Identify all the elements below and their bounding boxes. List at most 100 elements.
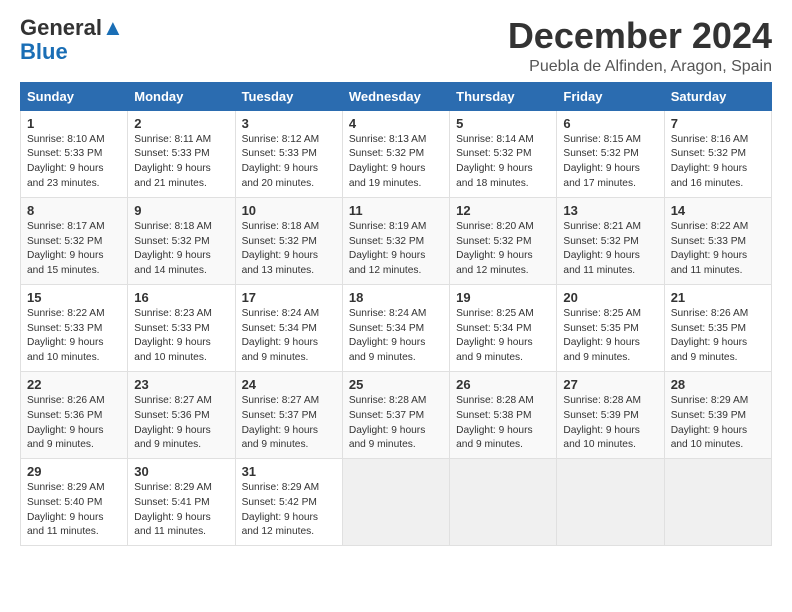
day-cell: 28Sunrise: 8:29 AMSunset: 5:39 PMDayligh…: [664, 371, 771, 458]
day-cell: 31Sunrise: 8:29 AMSunset: 5:42 PMDayligh…: [235, 459, 342, 546]
day-number: 15: [27, 290, 121, 305]
cell-text: Sunrise: 8:28 AMSunset: 5:39 PMDaylight:…: [563, 394, 657, 453]
cell-text: Sunrise: 8:23 AMSunset: 5:33 PMDaylight:…: [134, 307, 228, 366]
day-number: 24: [242, 377, 336, 392]
day-cell: 23 Sunrise: 8:27 AMSunset: 5:36 PMDayligh…: [128, 371, 235, 458]
day-cell: 6Sunrise: 8:15 AMSunset: 5:32 PMDaylight…: [557, 110, 664, 197]
cell-text: Sunrise: 8:27 AMSunset: 5:36 PMDaylight:…: [134, 394, 228, 453]
week-row-1: 1 Sunrise: 8:10 AMSunset: 5:33 PMDaylight…: [21, 110, 772, 197]
day-number: 28: [671, 377, 765, 392]
day-cell: 7 Sunrise: 8:16 AMSunset: 5:32 PMDaylight…: [664, 110, 771, 197]
col-header-sunday: Sunday: [21, 82, 128, 110]
cell-text: Sunrise: 8:28 AMSunset: 5:37 PMDaylight:…: [349, 394, 443, 453]
day-cell: 4 Sunrise: 8:13 AMSunset: 5:32 PMDaylight…: [342, 110, 449, 197]
cell-text: Sunrise: 8:22 AMSunset: 5:33 PMDaylight:…: [27, 307, 121, 366]
cell-text: Sunrise: 8:27 AMSunset: 5:37 PMDaylight:…: [242, 394, 336, 453]
day-number: 1: [27, 116, 121, 131]
day-cell: 8 Sunrise: 8:17 AMSunset: 5:32 PMDaylight…: [21, 197, 128, 284]
cell-text: Sunrise: 8:18 AMSunset: 5:32 PMDaylight:…: [134, 220, 228, 279]
day-number: 3: [242, 116, 336, 131]
day-cell: 1 Sunrise: 8:10 AMSunset: 5:33 PMDaylight…: [21, 110, 128, 197]
header: General▲ Blue December 2024 Puebla de Al…: [20, 16, 772, 76]
page: General▲ Blue December 2024 Puebla de Al…: [0, 0, 792, 556]
logo: General▲ Blue: [20, 16, 124, 64]
day-cell: 11Sunrise: 8:19 AMSunset: 5:32 PMDayligh…: [342, 197, 449, 284]
day-cell: 20 Sunrise: 8:25 AMSunset: 5:35 PMDayligh…: [557, 284, 664, 371]
day-cell: 17 Sunrise: 8:24 AMSunset: 5:34 PMDayligh…: [235, 284, 342, 371]
cell-text: Sunrise: 8:12 AMSunset: 5:33 PMDaylight:…: [242, 133, 336, 192]
cell-text: Sunrise: 8:24 AMSunset: 5:34 PMDaylight:…: [349, 307, 443, 366]
day-number: 22: [27, 377, 121, 392]
day-number: 26: [456, 377, 550, 392]
cell-text: Sunrise: 8:28 AMSunset: 5:38 PMDaylight:…: [456, 394, 550, 453]
day-cell: 19Sunrise: 8:25 AMSunset: 5:34 PMDayligh…: [450, 284, 557, 371]
day-number: 23: [134, 377, 228, 392]
cell-text: Sunrise: 8:25 AMSunset: 5:34 PMDaylight:…: [456, 307, 550, 366]
cell-text: Sunrise: 8:19 AMSunset: 5:32 PMDaylight:…: [349, 220, 443, 279]
day-cell: 27 Sunrise: 8:28 AMSunset: 5:39 PMDayligh…: [557, 371, 664, 458]
col-header-monday: Monday: [128, 82, 235, 110]
week-row-4: 22 Sunrise: 8:26 AMSunset: 5:36 PMDayligh…: [21, 371, 772, 458]
day-cell: 29Sunrise: 8:29 AMSunset: 5:40 PMDayligh…: [21, 459, 128, 546]
cell-text: Sunrise: 8:29 AMSunset: 5:40 PMDaylight:…: [27, 481, 121, 540]
day-cell: [450, 459, 557, 546]
cell-text: Sunrise: 8:20 AMSunset: 5:32 PMDaylight:…: [456, 220, 550, 279]
day-number: 21: [671, 290, 765, 305]
day-cell: 12 Sunrise: 8:20 AMSunset: 5:32 PMDayligh…: [450, 197, 557, 284]
day-number: 18: [349, 290, 443, 305]
day-number: 2: [134, 116, 228, 131]
day-number: 10: [242, 203, 336, 218]
day-number: 6: [563, 116, 657, 131]
day-number: 16: [134, 290, 228, 305]
cell-text: Sunrise: 8:21 AMSunset: 5:32 PMDaylight:…: [563, 220, 657, 279]
day-cell: 22 Sunrise: 8:26 AMSunset: 5:36 PMDayligh…: [21, 371, 128, 458]
location: Puebla de Alfinden, Aragon, Spain: [508, 58, 772, 76]
cell-text: Sunrise: 8:29 AMSunset: 5:41 PMDaylight:…: [134, 481, 228, 540]
cell-text: Sunrise: 8:14 AMSunset: 5:32 PMDaylight:…: [456, 133, 550, 192]
cell-text: Sunrise: 8:16 AMSunset: 5:32 PMDaylight:…: [671, 133, 765, 192]
day-cell: [342, 459, 449, 546]
cell-text: Sunrise: 8:10 AMSunset: 5:33 PMDaylight:…: [27, 133, 121, 192]
col-header-wednesday: Wednesday: [342, 82, 449, 110]
day-number: 5: [456, 116, 550, 131]
day-number: 30: [134, 464, 228, 479]
day-cell: 14 Sunrise: 8:22 AMSunset: 5:33 PMDayligh…: [664, 197, 771, 284]
day-number: 20: [563, 290, 657, 305]
day-number: 17: [242, 290, 336, 305]
day-cell: 9 Sunrise: 8:18 AMSunset: 5:32 PMDaylight…: [128, 197, 235, 284]
day-cell: 18 Sunrise: 8:24 AMSunset: 5:34 PMDayligh…: [342, 284, 449, 371]
cell-text: Sunrise: 8:29 AMSunset: 5:42 PMDaylight:…: [242, 481, 336, 540]
day-number: 14: [671, 203, 765, 218]
day-number: 12: [456, 203, 550, 218]
day-cell: [557, 459, 664, 546]
cell-text: Sunrise: 8:18 AMSunset: 5:32 PMDaylight:…: [242, 220, 336, 279]
col-header-tuesday: Tuesday: [235, 82, 342, 110]
day-number: 9: [134, 203, 228, 218]
day-number: 8: [27, 203, 121, 218]
col-header-thursday: Thursday: [450, 82, 557, 110]
cell-text: Sunrise: 8:26 AMSunset: 5:36 PMDaylight:…: [27, 394, 121, 453]
cell-text: Sunrise: 8:13 AMSunset: 5:32 PMDaylight:…: [349, 133, 443, 192]
day-cell: 13 Sunrise: 8:21 AMSunset: 5:32 PMDayligh…: [557, 197, 664, 284]
day-cell: 15 Sunrise: 8:22 AMSunset: 5:33 PMDayligh…: [21, 284, 128, 371]
logo-text: General▲: [20, 16, 124, 40]
day-cell: [664, 459, 771, 546]
day-cell: 24 Sunrise: 8:27 AMSunset: 5:37 PMDayligh…: [235, 371, 342, 458]
cell-text: Sunrise: 8:24 AMSunset: 5:34 PMDaylight:…: [242, 307, 336, 366]
cell-text: Sunrise: 8:25 AMSunset: 5:35 PMDaylight:…: [563, 307, 657, 366]
col-header-friday: Friday: [557, 82, 664, 110]
day-number: 27: [563, 377, 657, 392]
day-cell: 5 Sunrise: 8:14 AMSunset: 5:32 PMDaylight…: [450, 110, 557, 197]
day-number: 4: [349, 116, 443, 131]
cell-text: Sunrise: 8:22 AMSunset: 5:33 PMDaylight:…: [671, 220, 765, 279]
day-number: 7: [671, 116, 765, 131]
day-cell: 25Sunrise: 8:28 AMSunset: 5:37 PMDayligh…: [342, 371, 449, 458]
day-cell: 16 Sunrise: 8:23 AMSunset: 5:33 PMDayligh…: [128, 284, 235, 371]
cell-text: Sunrise: 8:17 AMSunset: 5:32 PMDaylight:…: [27, 220, 121, 279]
day-cell: 21Sunrise: 8:26 AMSunset: 5:35 PMDayligh…: [664, 284, 771, 371]
day-cell: 10 Sunrise: 8:18 AMSunset: 5:32 PMDayligh…: [235, 197, 342, 284]
logo-text2: Blue: [20, 40, 68, 64]
cell-text: Sunrise: 8:11 AMSunset: 5:33 PMDaylight:…: [134, 133, 228, 192]
day-cell: 26 Sunrise: 8:28 AMSunset: 5:38 PMDayligh…: [450, 371, 557, 458]
day-number: 13: [563, 203, 657, 218]
